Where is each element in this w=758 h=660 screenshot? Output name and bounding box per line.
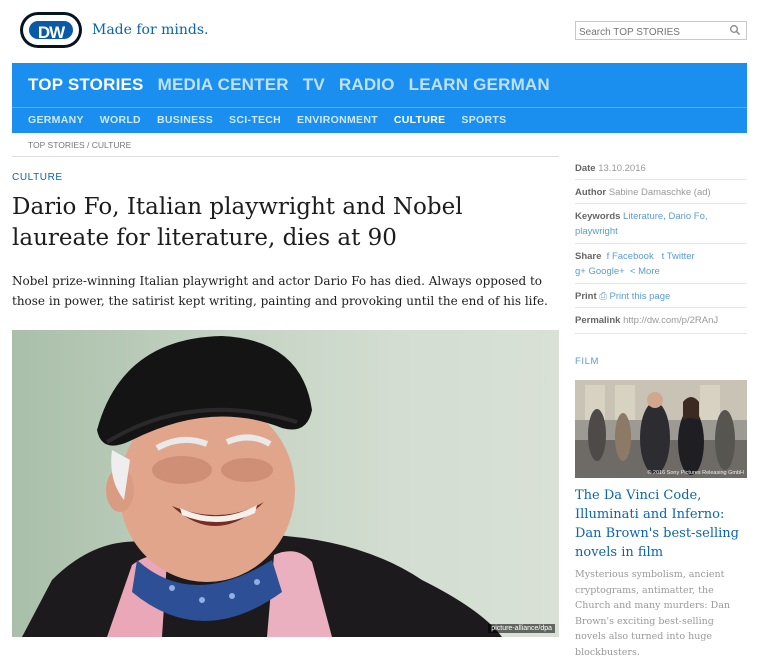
- dw-logo-area[interactable]: DW Made for minds.: [20, 12, 209, 48]
- meta-share: Share f Facebook t Twitter g+ Google+ < …: [575, 249, 747, 279]
- permalink-value[interactable]: http://dw.com/p/2RAnJ: [623, 315, 718, 326]
- meta-separator: [575, 283, 747, 284]
- meta-print: Print ⎙ Print this page: [575, 289, 747, 304]
- facebook-icon[interactable]: f: [604, 251, 610, 262]
- film-image-copyright: © 2016 Sony Pictures Releasing GmbH: [647, 470, 744, 476]
- meta-separator: [575, 333, 747, 334]
- meta-permalink: Permalink http://dw.com/p/2RAnJ: [575, 313, 747, 328]
- film-teaser-image[interactable]: © 2016 Sony Pictures Releasing GmbH: [575, 380, 747, 478]
- subnav-germany[interactable]: GERMANY: [28, 114, 84, 126]
- print-label: Print: [575, 291, 597, 302]
- main-navigation: TOP STORIES MEDIA CENTER TV RADIO LEARN …: [12, 63, 747, 133]
- meta-keywords: Keywords Literature, Dario Fo, playwrigh…: [575, 209, 747, 239]
- article-kicker[interactable]: CULTURE: [12, 172, 63, 183]
- search-box[interactable]: [575, 21, 747, 41]
- dw-logo[interactable]: DW: [20, 12, 82, 48]
- search-input[interactable]: [576, 24, 726, 41]
- meta-separator: [575, 179, 747, 180]
- meta-separator: [575, 307, 747, 308]
- film-teaser-description: Mysterious symbolism, ancient cryptogram…: [575, 569, 730, 658]
- meta-separator: [575, 243, 747, 244]
- subnav-business[interactable]: BUSINESS: [157, 114, 213, 126]
- meta-date: Date 13.10.2016: [575, 161, 747, 176]
- print-link[interactable]: Print this page: [610, 291, 671, 302]
- slogan: Made for minds.: [92, 22, 209, 38]
- share-label: Share: [575, 251, 602, 262]
- share-more-icon[interactable]: <: [627, 266, 636, 277]
- breadcrumb[interactable]: TOP STORIES / CULTURE: [28, 140, 131, 150]
- permalink-label: Permalink: [575, 315, 621, 326]
- photo-credit: picture-alliance/dpa: [488, 624, 555, 633]
- article-photo[interactable]: picture-alliance/dpa: [12, 330, 559, 637]
- film-section-label[interactable]: FILM: [575, 356, 599, 367]
- date-value: 13.10.2016: [598, 163, 646, 174]
- subnav-world[interactable]: WORLD: [100, 114, 141, 126]
- share-more-link[interactable]: More: [638, 266, 660, 277]
- nav-tv[interactable]: TV: [303, 75, 325, 95]
- share-facebook-link[interactable]: Facebook: [612, 251, 654, 262]
- article-teaser: Nobel prize-winning Italian playwright a…: [12, 274, 548, 308]
- printer-icon[interactable]: ⎙: [599, 291, 607, 302]
- author-value: Sabine Damaschke (ad): [608, 187, 711, 198]
- search-icon[interactable]: [729, 24, 741, 36]
- date-label: Date: [575, 163, 596, 174]
- nav-radio[interactable]: RADIO: [339, 75, 395, 95]
- film-teaser-title[interactable]: The Da Vinci Code, Illuminati and Infern…: [575, 486, 747, 562]
- subnav-culture[interactable]: CULTURE: [394, 114, 445, 126]
- share-google-link[interactable]: Google+: [588, 266, 624, 277]
- google-plus-icon[interactable]: g+: [575, 266, 586, 277]
- nav-learn-german[interactable]: LEARN GERMAN: [409, 75, 550, 95]
- portrait-illustration: [22, 336, 502, 637]
- author-label: Author: [575, 187, 607, 198]
- nav-top-stories[interactable]: TOP STORIES: [28, 75, 144, 95]
- share-twitter-link[interactable]: Twitter: [667, 251, 695, 262]
- twitter-icon[interactable]: t: [656, 251, 665, 262]
- subnav-sci-tech[interactable]: SCI-TECH: [229, 114, 281, 126]
- keywords-label: Keywords: [575, 211, 621, 222]
- meta-separator: [575, 203, 747, 204]
- article-headline: Dario Fo, Italian playwright and Nobel l…: [12, 194, 463, 251]
- nav-media-center[interactable]: MEDIA CENTER: [158, 75, 289, 95]
- meta-author: Author Sabine Damaschke (ad): [575, 185, 747, 200]
- dw-logo-text: DW: [29, 21, 73, 42]
- nav-divider: [12, 107, 747, 108]
- breadcrumb-divider: [12, 156, 559, 157]
- film-scene-illustration: [575, 380, 747, 478]
- subnav-environment[interactable]: ENVIRONMENT: [297, 114, 378, 126]
- subnav-sports[interactable]: SPORTS: [461, 114, 506, 126]
